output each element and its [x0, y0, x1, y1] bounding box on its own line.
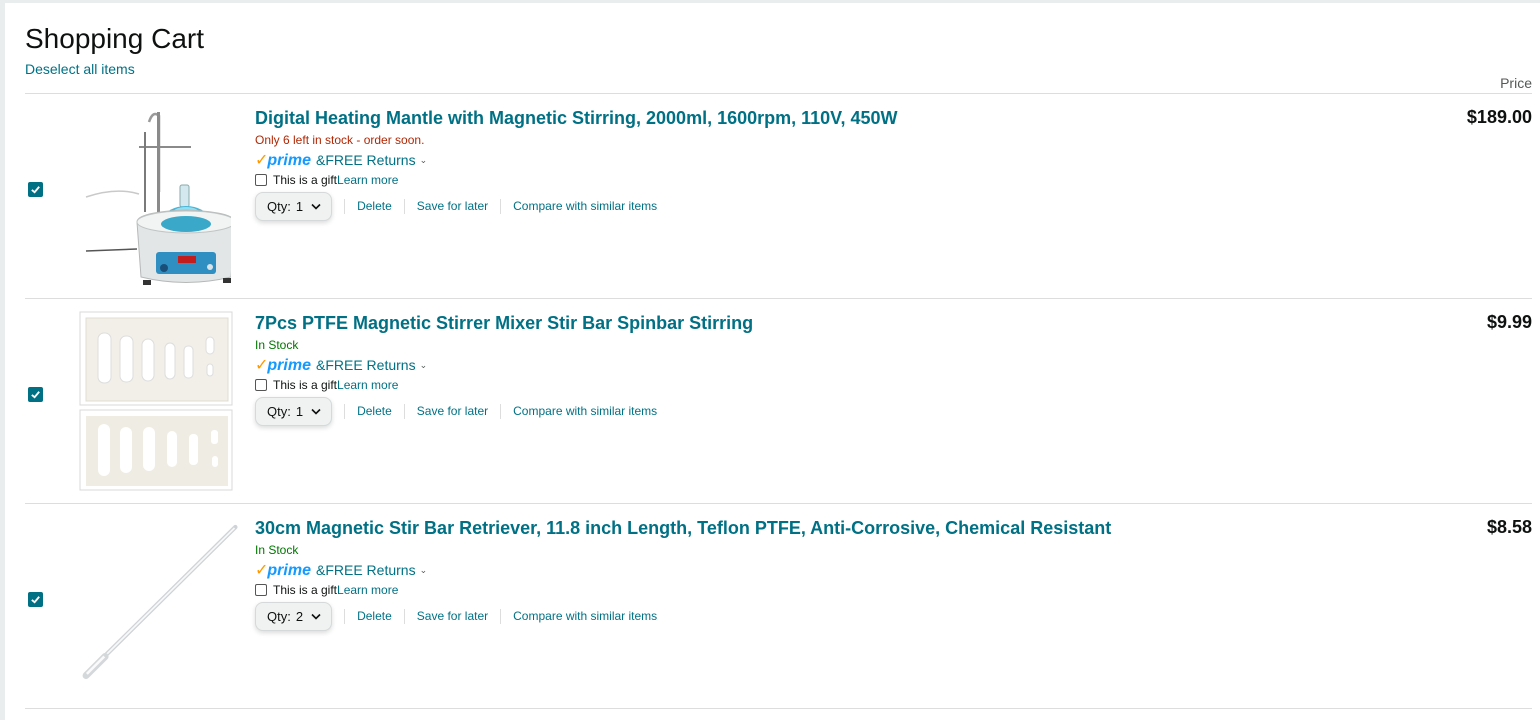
stock-status: In Stock	[255, 543, 299, 557]
page-title: Shopping Cart	[25, 23, 205, 54]
qty-value: 1	[295, 198, 304, 214]
gift-label: This is a gift	[273, 583, 338, 597]
gift-option: This is a gift Learn more	[255, 580, 1305, 600]
quantity-dropdown[interactable]: Qty: 2	[255, 601, 333, 631]
learn-more-link[interactable]: Learn more	[337, 583, 398, 597]
chevron-down-icon: ⌄	[419, 154, 428, 165]
item-price: $9.99	[1486, 312, 1532, 332]
item-actions: Qty: 1 Delete Save for later Compare wit…	[255, 396, 1305, 426]
item-details: 30cm Magnetic Stir Bar Retriever, 11.8 i…	[255, 517, 1305, 631]
chevron-down-icon	[311, 408, 321, 415]
qty-label: Qty:	[267, 403, 291, 419]
stir-bar-retriever-image	[82, 524, 238, 680]
item-select-checkbox[interactable]	[28, 387, 43, 402]
qty-value: 2	[295, 608, 304, 624]
prime-word: prime	[267, 357, 311, 374]
qty-value: 1	[295, 403, 304, 419]
free-returns-dropdown[interactable]: &FREE Returns ⌄	[316, 152, 427, 168]
item-details: 7Pcs PTFE Magnetic Stirrer Mixer Stir Ba…	[255, 312, 1305, 426]
delete-link[interactable]: Delete	[357, 199, 392, 213]
separator	[344, 608, 346, 624]
item-select-checkbox[interactable]	[28, 592, 43, 607]
separator	[403, 403, 405, 419]
gift-label: This is a gift	[273, 173, 338, 187]
product-image[interactable]	[73, 307, 238, 497]
quantity-dropdown[interactable]: Qty: 1	[255, 191, 333, 221]
gift-checkbox[interactable]	[255, 379, 267, 391]
chevron-down-icon: ⌄	[419, 564, 428, 575]
prime-badge-line: ✓ prime &FREE Returns ⌄	[255, 560, 1305, 580]
heating-mantle-image	[85, 112, 231, 285]
learn-more-link[interactable]: Learn more	[337, 173, 398, 187]
item-price: $8.58	[1486, 517, 1532, 537]
gift-checkbox[interactable]	[255, 174, 267, 186]
qty-label: Qty:	[267, 608, 291, 624]
product-title-link[interactable]: 30cm Magnetic Stir Bar Retriever, 11.8 i…	[255, 517, 1305, 539]
item-details: Digital Heating Mantle with Magnetic Sti…	[255, 107, 1305, 221]
separator	[403, 198, 405, 214]
checkmark-icon	[31, 391, 40, 399]
prime-word: prime	[267, 562, 311, 579]
free-returns-label: &FREE Returns	[315, 562, 416, 578]
free-returns-dropdown[interactable]: &FREE Returns ⌄	[316, 357, 427, 373]
gift-option: This is a gift Learn more	[255, 170, 1305, 190]
item-actions: Qty: 2 Delete Save for later Compare wit…	[255, 601, 1305, 631]
separator	[344, 403, 346, 419]
free-returns-label: &FREE Returns	[315, 357, 416, 373]
shopping-cart-panel: Shopping Cart Deselect all items Price D…	[5, 3, 1540, 720]
chevron-down-icon: ⌄	[419, 359, 428, 370]
price-column-header: Price	[1500, 75, 1532, 91]
learn-more-link[interactable]: Learn more	[337, 378, 398, 392]
prime-word: prime	[267, 152, 311, 169]
free-returns-label: &FREE Returns	[315, 152, 416, 168]
gift-label: This is a gift	[273, 378, 338, 392]
product-title-link[interactable]: 7Pcs PTFE Magnetic Stirrer Mixer Stir Ba…	[255, 312, 1305, 334]
cart-item: 7Pcs PTFE Magnetic Stirrer Mixer Stir Ba…	[25, 299, 1532, 504]
stock-status: In Stock	[255, 338, 299, 352]
product-image[interactable]	[73, 512, 238, 702]
checkmark-icon	[31, 596, 40, 604]
prime-logo: ✓ prime	[255, 560, 311, 580]
stock-status: Only 6 left in stock - order soon.	[255, 133, 425, 147]
compare-similar-link[interactable]: Compare with similar items	[513, 609, 657, 623]
quantity-dropdown[interactable]: Qty: 1	[255, 396, 333, 426]
chevron-down-icon	[311, 203, 321, 210]
separator	[403, 608, 405, 624]
item-actions: Qty: 1 Delete Save for later Compare wit…	[255, 191, 1305, 221]
deselect-all-link[interactable]: Deselect all items	[25, 61, 135, 77]
save-for-later-link[interactable]: Save for later	[417, 404, 488, 418]
cart-item: Digital Heating Mantle with Magnetic Sti…	[25, 94, 1532, 299]
item-price: $189.00	[1466, 107, 1532, 127]
save-for-later-link[interactable]: Save for later	[417, 609, 488, 623]
product-title-link[interactable]: Digital Heating Mantle with Magnetic Sti…	[255, 107, 1305, 129]
chevron-down-icon	[311, 613, 321, 620]
free-returns-dropdown[interactable]: &FREE Returns ⌄	[316, 562, 427, 578]
prime-badge-line: ✓ prime &FREE Returns ⌄	[255, 150, 1305, 170]
delete-link[interactable]: Delete	[357, 404, 392, 418]
product-image[interactable]	[73, 102, 238, 292]
gift-option: This is a gift Learn more	[255, 375, 1305, 395]
compare-similar-link[interactable]: Compare with similar items	[513, 199, 657, 213]
cart-item: 30cm Magnetic Stir Bar Retriever, 11.8 i…	[25, 504, 1532, 709]
item-select-checkbox[interactable]	[28, 182, 43, 197]
checkmark-icon	[31, 186, 40, 194]
separator	[500, 608, 502, 624]
separator	[344, 198, 346, 214]
save-for-later-link[interactable]: Save for later	[417, 199, 488, 213]
separator	[500, 403, 502, 419]
stir-bar-set-image	[79, 311, 232, 490]
gift-checkbox[interactable]	[255, 584, 267, 596]
prime-logo: ✓ prime	[255, 355, 311, 375]
qty-label: Qty:	[267, 198, 291, 214]
divider	[25, 708, 1532, 709]
delete-link[interactable]: Delete	[357, 609, 392, 623]
prime-badge-line: ✓ prime &FREE Returns ⌄	[255, 355, 1305, 375]
prime-logo: ✓ prime	[255, 150, 311, 170]
separator	[500, 198, 502, 214]
compare-similar-link[interactable]: Compare with similar items	[513, 404, 657, 418]
